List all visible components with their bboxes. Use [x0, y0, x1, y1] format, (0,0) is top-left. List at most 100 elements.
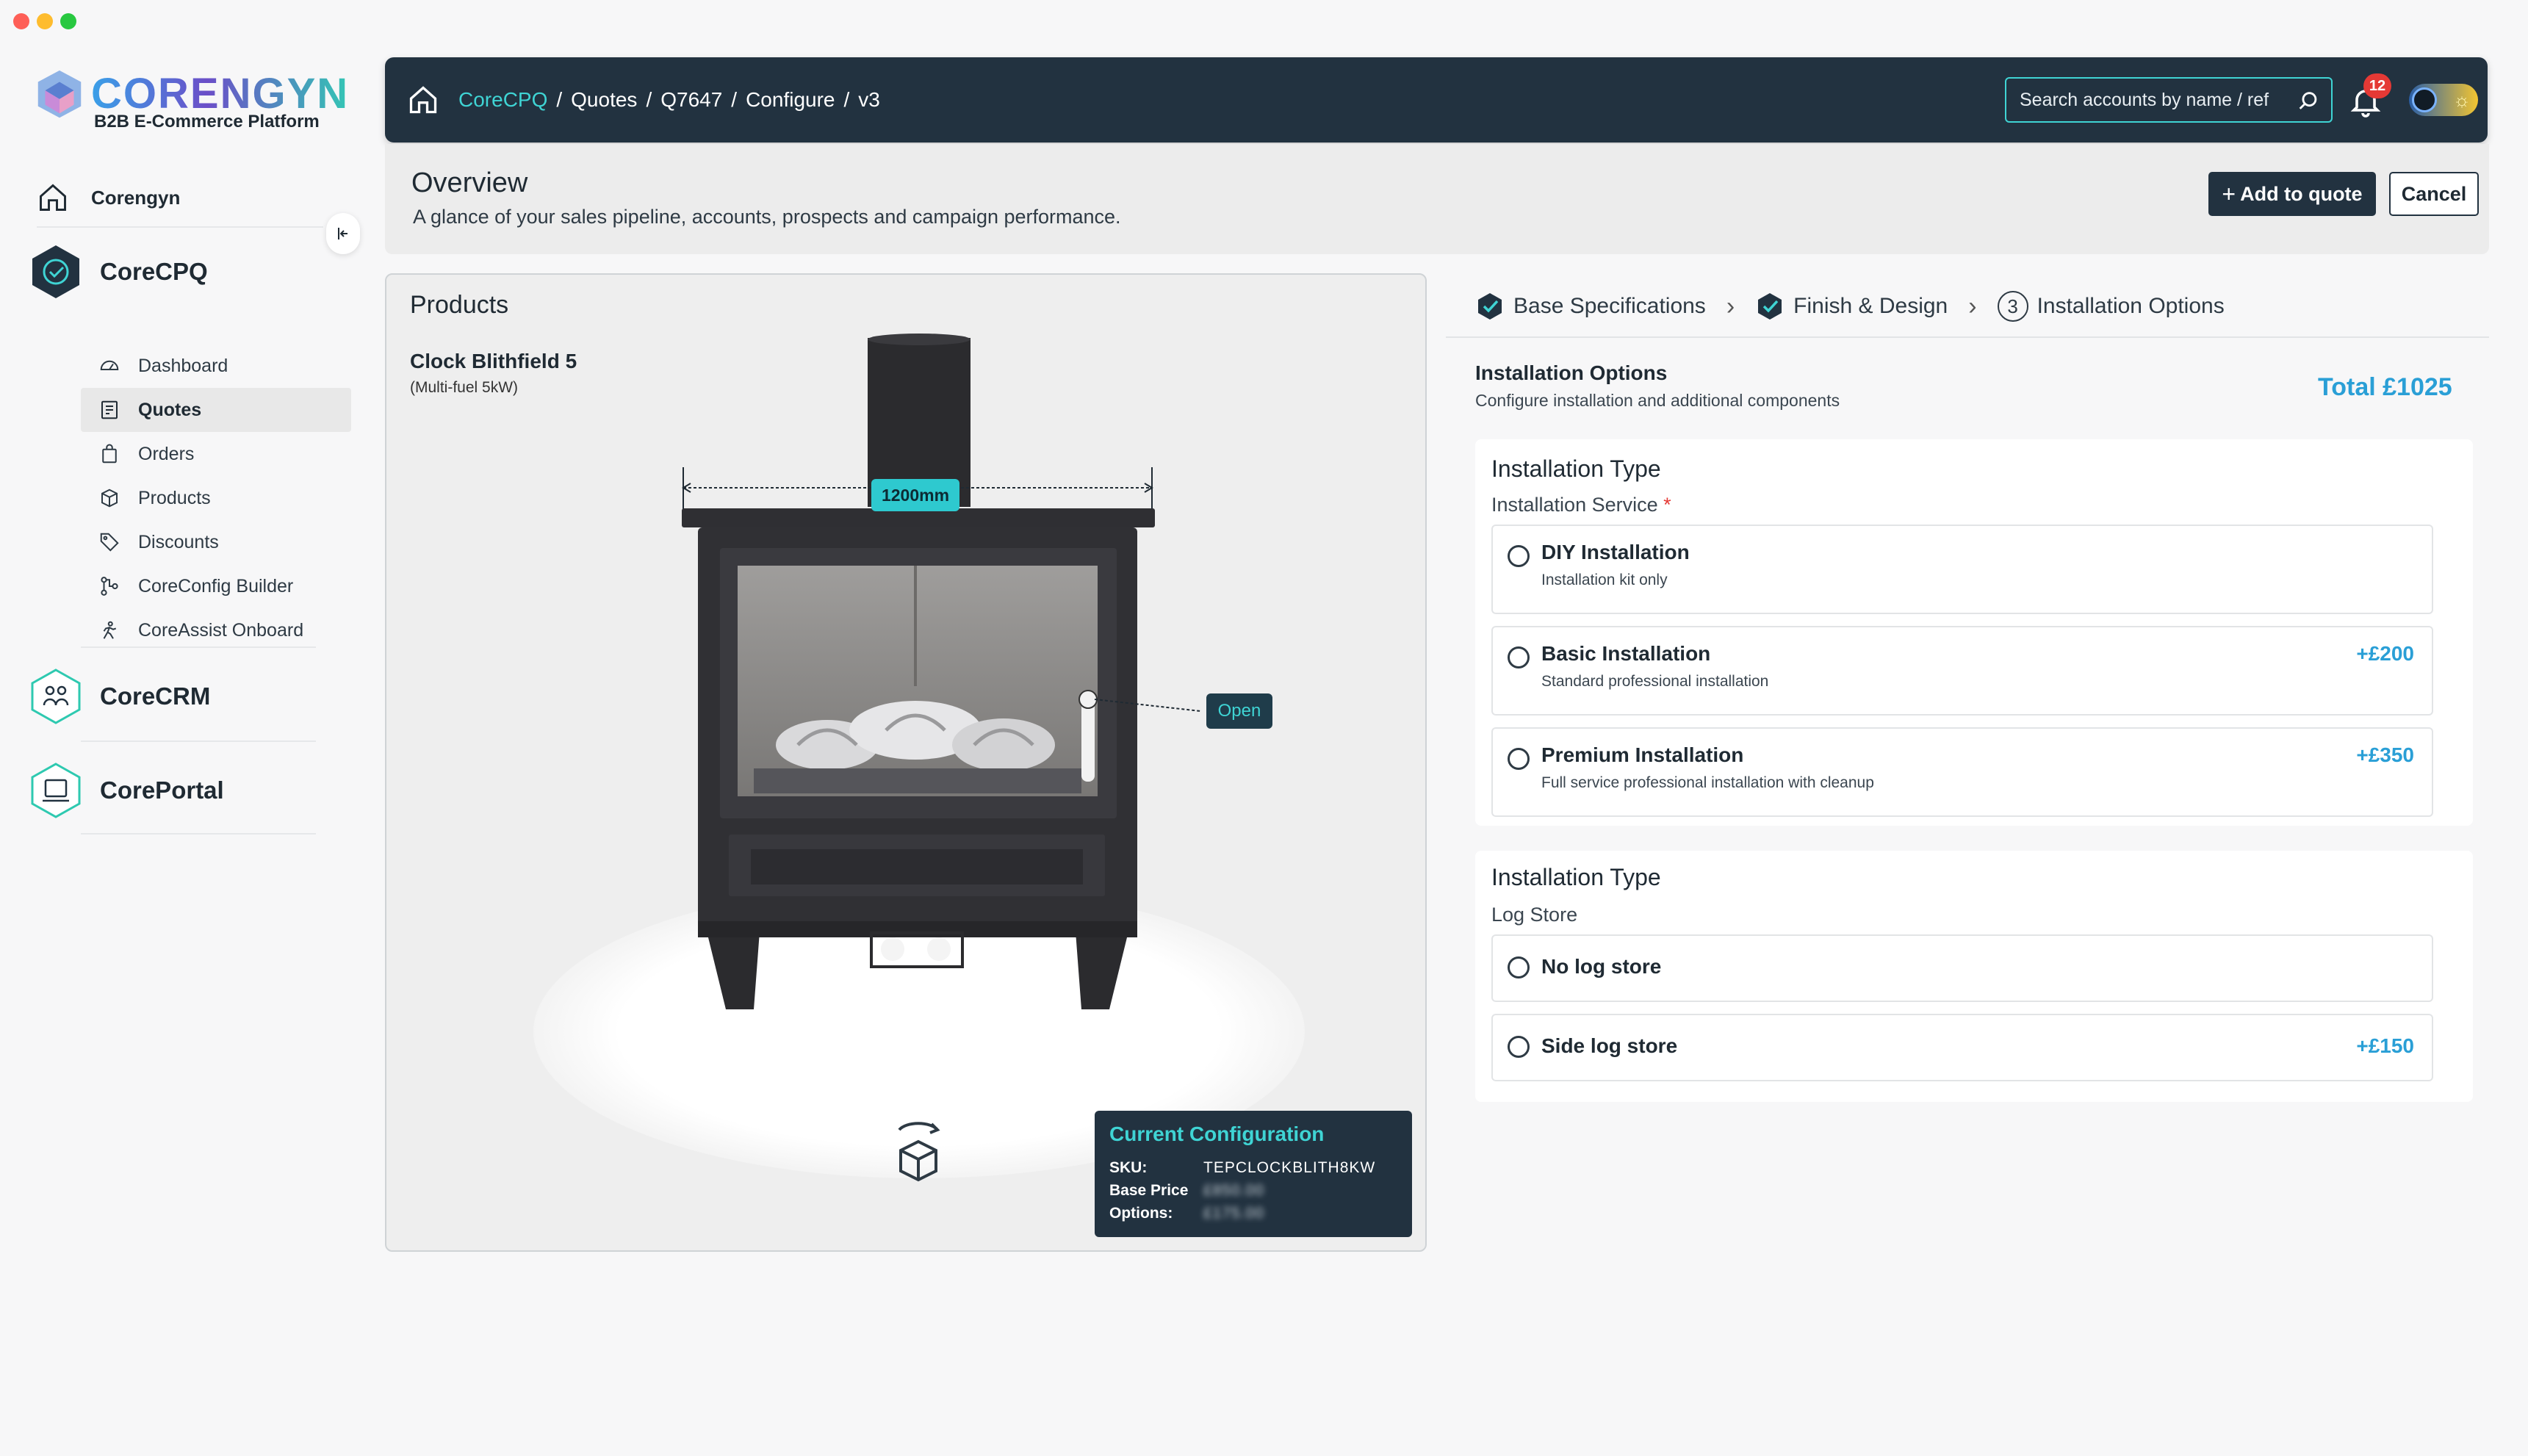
overview-header: Overview A glance of your sales pipeline…	[385, 144, 2489, 254]
air-vent	[927, 937, 951, 961]
home-icon	[40, 184, 66, 211]
option-price: +£200	[2356, 642, 2414, 665]
sun-icon: ☼	[2453, 88, 2471, 111]
sidebar-home-label: Corengyn	[91, 186, 181, 209]
add-to-quote-button[interactable]: + Add to quote	[2208, 172, 2376, 216]
sidebar: CORENGYN B2B E-Commerce Platform Corengy…	[0, 44, 367, 1456]
sidebar-item-quotes[interactable]: Quotes	[81, 388, 351, 432]
flue-pipe-top	[868, 334, 970, 345]
discounts-icon	[97, 530, 122, 555]
stove-3d-view[interactable]	[386, 275, 1427, 1252]
options-row: Options: £175.00	[1109, 1202, 1397, 1225]
corecpq-hex-icon	[32, 245, 79, 298]
step-complete-icon	[1758, 293, 1782, 320]
radio-button[interactable]	[1508, 956, 1530, 979]
breadcrumb-configure[interactable]: Configure	[746, 88, 835, 112]
option-title: Premium Installation	[1541, 743, 1744, 766]
sidebar-item-orders[interactable]: Orders	[81, 432, 351, 476]
step-finish-design[interactable]: Finish & Design	[1755, 292, 1948, 321]
radio-button[interactable]	[1508, 545, 1530, 567]
cancel-button[interactable]: Cancel	[2389, 172, 2479, 216]
total-price: Total £1025	[2318, 373, 2452, 401]
field-label-text: Installation Service	[1491, 494, 1658, 516]
sidebar-item-label: CoreAssist Onboard	[138, 619, 304, 641]
radio-button[interactable]	[1508, 646, 1530, 668]
stove-leg	[707, 931, 760, 1009]
breadcrumb-quote-id[interactable]: Q7647	[660, 88, 722, 112]
maximize-window-button[interactable]	[60, 13, 76, 29]
option-diy-installation[interactable]: DIY Installation Installation kit only	[1491, 525, 2433, 614]
sidebar-item-products[interactable]: Products	[81, 476, 351, 520]
collapse-icon	[338, 228, 347, 239]
base-price-value: £850.00	[1203, 1182, 1264, 1199]
sidebar-item-label: Quotes	[138, 399, 202, 420]
minimize-window-button[interactable]	[37, 13, 53, 29]
option-desc: Installation kit only	[1541, 572, 1668, 588]
chevron-right-icon: ›	[1726, 292, 1735, 320]
sidebar-item-label: Orders	[138, 443, 195, 464]
option-premium-installation[interactable]: Premium Installation Full service profes…	[1491, 727, 2433, 817]
base-price-label: Base Price	[1109, 1182, 1189, 1199]
radio-button[interactable]	[1508, 748, 1530, 770]
coreportal-hex-icon	[31, 763, 81, 818]
collapse-sidebar-button[interactable]	[326, 213, 360, 254]
step-complete-icon	[1478, 293, 1502, 320]
sidebar-item-discounts[interactable]: Discounts	[81, 520, 351, 564]
corecpq-label: CoreCPQ	[100, 258, 208, 285]
search-input[interactable]: Search accounts by name / ref	[2005, 77, 2333, 123]
section-title: Installation Type	[1491, 455, 1661, 482]
configuration-stepper: Base Specifications › Finish & Design › …	[1475, 291, 2225, 322]
breadcrumb-separator: /	[646, 88, 652, 111]
required-marker: *	[1663, 494, 1671, 516]
step-base-specifications[interactable]: Base Specifications	[1475, 292, 1706, 321]
option-title: DIY Installation	[1541, 541, 1690, 563]
option-price: +£150	[2356, 1034, 2414, 1057]
products-panel: Products Clock Blithfield 5 (Multi-fuel …	[385, 273, 1427, 1252]
products-icon	[97, 486, 122, 511]
chevron-right-icon: ›	[1968, 292, 1977, 320]
breadcrumb-quotes[interactable]: Quotes	[571, 88, 637, 112]
open-door-hotspot[interactable]: Open	[1206, 693, 1272, 729]
logo-mark-icon	[37, 70, 82, 118]
step-number: 3	[1997, 291, 2028, 322]
sidebar-group-corecpq[interactable]: CoreCPQ	[26, 242, 208, 301]
divider	[81, 833, 316, 835]
search-icon	[2299, 92, 2317, 109]
theme-toggle[interactable]: ☼	[2409, 84, 2478, 116]
current-configuration-card: Current Configuration SKU: TEPCLOCKBLITH…	[1095, 1111, 1412, 1237]
sidebar-item-coreconfig-builder[interactable]: CoreConfig Builder	[81, 564, 351, 608]
logo-wordmark: CORENGYN	[91, 70, 350, 118]
sidebar-home-link[interactable]: Corengyn	[37, 169, 323, 228]
field-label: Installation Service *	[1491, 494, 1671, 516]
step-label: Finish & Design	[1793, 294, 1948, 318]
close-window-button[interactable]	[13, 13, 29, 29]
sidebar-group-coreportal[interactable]: CorePortal	[26, 761, 224, 820]
notification-badge: 12	[2363, 73, 2391, 98]
sidebar-item-coreassist-onboard[interactable]: CoreAssist Onboard	[81, 608, 351, 652]
breadcrumb-separator: /	[731, 88, 738, 111]
rotate-3d-icon[interactable]	[887, 1112, 949, 1186]
dashboard-icon	[97, 353, 122, 378]
corecpq-subnav: Dashboard Quotes Orders Products Discoun…	[81, 344, 351, 652]
sku-value: TEPCLOCKBLITH8KW	[1203, 1159, 1376, 1176]
option-title: Basic Installation	[1541, 642, 1711, 665]
field-label: Log Store	[1491, 904, 1578, 926]
sidebar-group-corecrm[interactable]: CoreCRM	[26, 667, 210, 726]
assist-onboard-icon	[97, 618, 122, 643]
logo[interactable]: CORENGYN B2B E-Commerce Platform	[31, 59, 347, 140]
sidebar-item-dashboard[interactable]: Dashboard	[81, 344, 351, 388]
option-title: No log store	[1541, 955, 1662, 978]
toggle-knob	[2412, 87, 2437, 112]
step-label: Base Specifications	[1513, 294, 1706, 318]
option-side-log-store[interactable]: Side log store +£150	[1491, 1014, 2433, 1081]
radio-button[interactable]	[1508, 1036, 1530, 1058]
stepper-divider	[1446, 336, 2489, 338]
sidebar-item-label: Products	[138, 487, 211, 508]
breadcrumb: CoreCPQ / Quotes / Q7647 / Configure / v…	[407, 84, 880, 116]
step-installation-options[interactable]: 3 Installation Options	[1997, 291, 2225, 322]
installation-subtitle: Configure installation and additional co…	[1475, 391, 1840, 410]
breadcrumb-home-icon[interactable]	[407, 84, 439, 116]
option-no-log-store[interactable]: No log store	[1491, 934, 2433, 1002]
breadcrumb-corecpq[interactable]: CoreCPQ	[458, 88, 547, 112]
option-basic-installation[interactable]: Basic Installation Standard professional…	[1491, 626, 2433, 716]
